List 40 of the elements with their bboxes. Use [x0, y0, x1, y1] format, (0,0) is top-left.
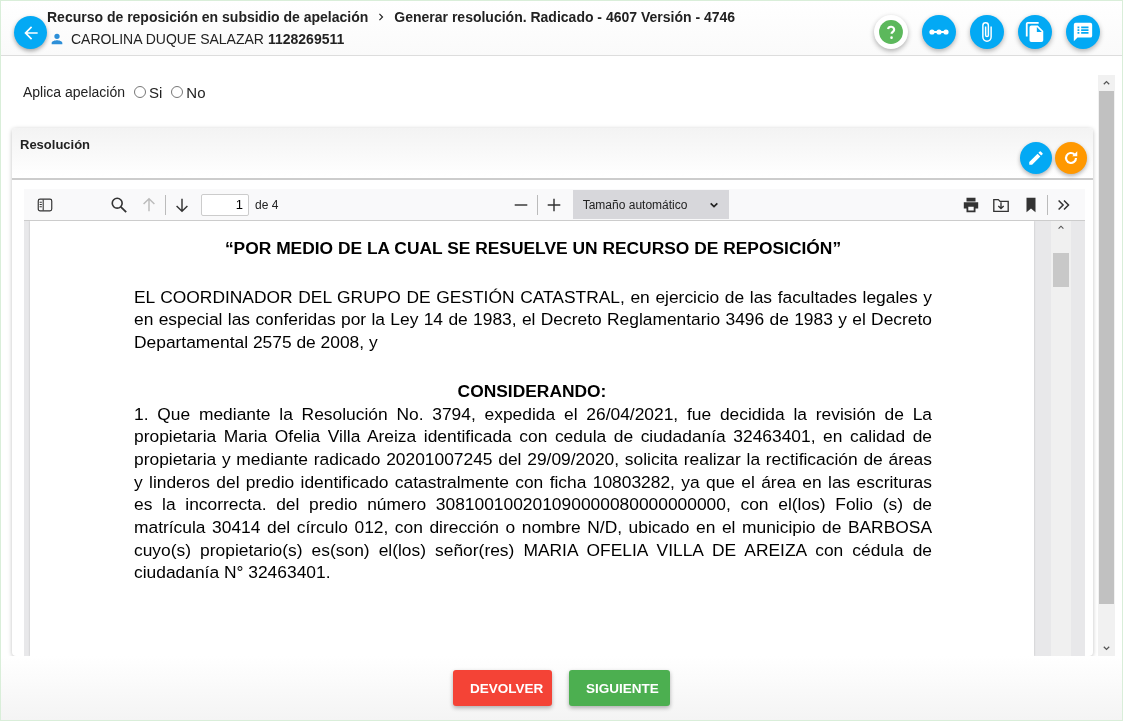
appeal-label: Aplica apelación [23, 84, 125, 100]
return-button[interactable]: DEVOLVER [453, 670, 552, 706]
pencil-icon [1027, 149, 1045, 167]
section-heading: CONSIDERANDO: [456, 379, 608, 403]
document-title: “POR MEDIO DE LA CUAL SE RESUELVE UN RECURSO DE REPOSICIÓN” [223, 237, 843, 260]
scroll-thumb[interactable] [1053, 253, 1069, 287]
notes-button[interactable] [1066, 15, 1100, 49]
copy-button[interactable] [1018, 15, 1052, 49]
user-name: CAROLINA DUQUE SALAZAR [71, 31, 264, 47]
copy-icon [1024, 21, 1046, 43]
scroll-up-icon[interactable] [1057, 223, 1065, 231]
dots-line-icon [929, 29, 949, 35]
search-icon[interactable] [110, 195, 128, 214]
attach-button[interactable] [970, 15, 1004, 49]
document-paragraph: EL COORDINADOR DEL GRUPO DE GESTIÓN CATASTRAL, en ejercicio de las facultades legales y en especial las conferidas por la Ley 14 de 1983, el Decreto Reglamentario 3496 de 1983 y el Decreto Departamental 2575 de 2008, y [134, 285, 932, 354]
scroll-up-icon[interactable] [1102, 78, 1111, 87]
card-title: Resolución [20, 137, 91, 152]
edit-button[interactable] [1020, 142, 1052, 174]
breadcrumb-item: Generar resolución. Radicado - 4607 Versión - 4746 [394, 9, 736, 25]
steps-button[interactable] [922, 15, 956, 49]
page-number-field[interactable]: 1 [201, 193, 249, 216]
document-paragraph: 1. Que mediante la Resolución No. 3794, expedida el 26/04/2021, fue decidida la revisión de La propietaria Maria Ofelia Villa Areiza identificada con cedula de ciudadanía 32463401, en calidad de propietaria y mediante radicado 20201007245 del 29/09/2020, solicita realizar la rectificación de áreas y linderos del predio identificado catastralmente con ficha 10803282, ya que el área en las escrituras es la incorrecta. del predio número 308100100201090000080000000000, con el(los) Folio (s) de matrícula 30414 del círculo 012, con dirección o nombre N/D, ubicado en el municipio de BARBOSA cuyo(s) propietario(s) es(son) el(los) señor(res) MARIA OFELIA VILLA DE AREIZA con cédula de ciudadanía N° 32463401. [134, 402, 932, 585]
page-count: de 4 [255, 197, 279, 212]
refresh-button[interactable] [1055, 142, 1087, 174]
radio-option[interactable]: Si [133, 83, 163, 101]
comment-list-icon [1072, 21, 1094, 43]
scrollbar[interactable] [1098, 75, 1115, 656]
print-icon[interactable] [962, 195, 980, 214]
person-icon [49, 31, 65, 47]
back-button[interactable] [14, 16, 47, 49]
user-id: 1128269511 [267, 31, 345, 47]
zoom-select[interactable]: Tamaño automático [572, 190, 729, 219]
scroll-thumb[interactable] [1099, 91, 1114, 604]
scroll-down-icon[interactable] [1102, 644, 1111, 653]
scrollbar[interactable] [1051, 221, 1071, 656]
radio-option[interactable]: No [171, 83, 206, 101]
help-button[interactable] [874, 15, 908, 49]
breadcrumb-item: Recurso de reposición en subsidio de apelación [47, 9, 369, 25]
arrow-up-icon[interactable] [140, 195, 158, 214]
help-icon [878, 19, 904, 45]
